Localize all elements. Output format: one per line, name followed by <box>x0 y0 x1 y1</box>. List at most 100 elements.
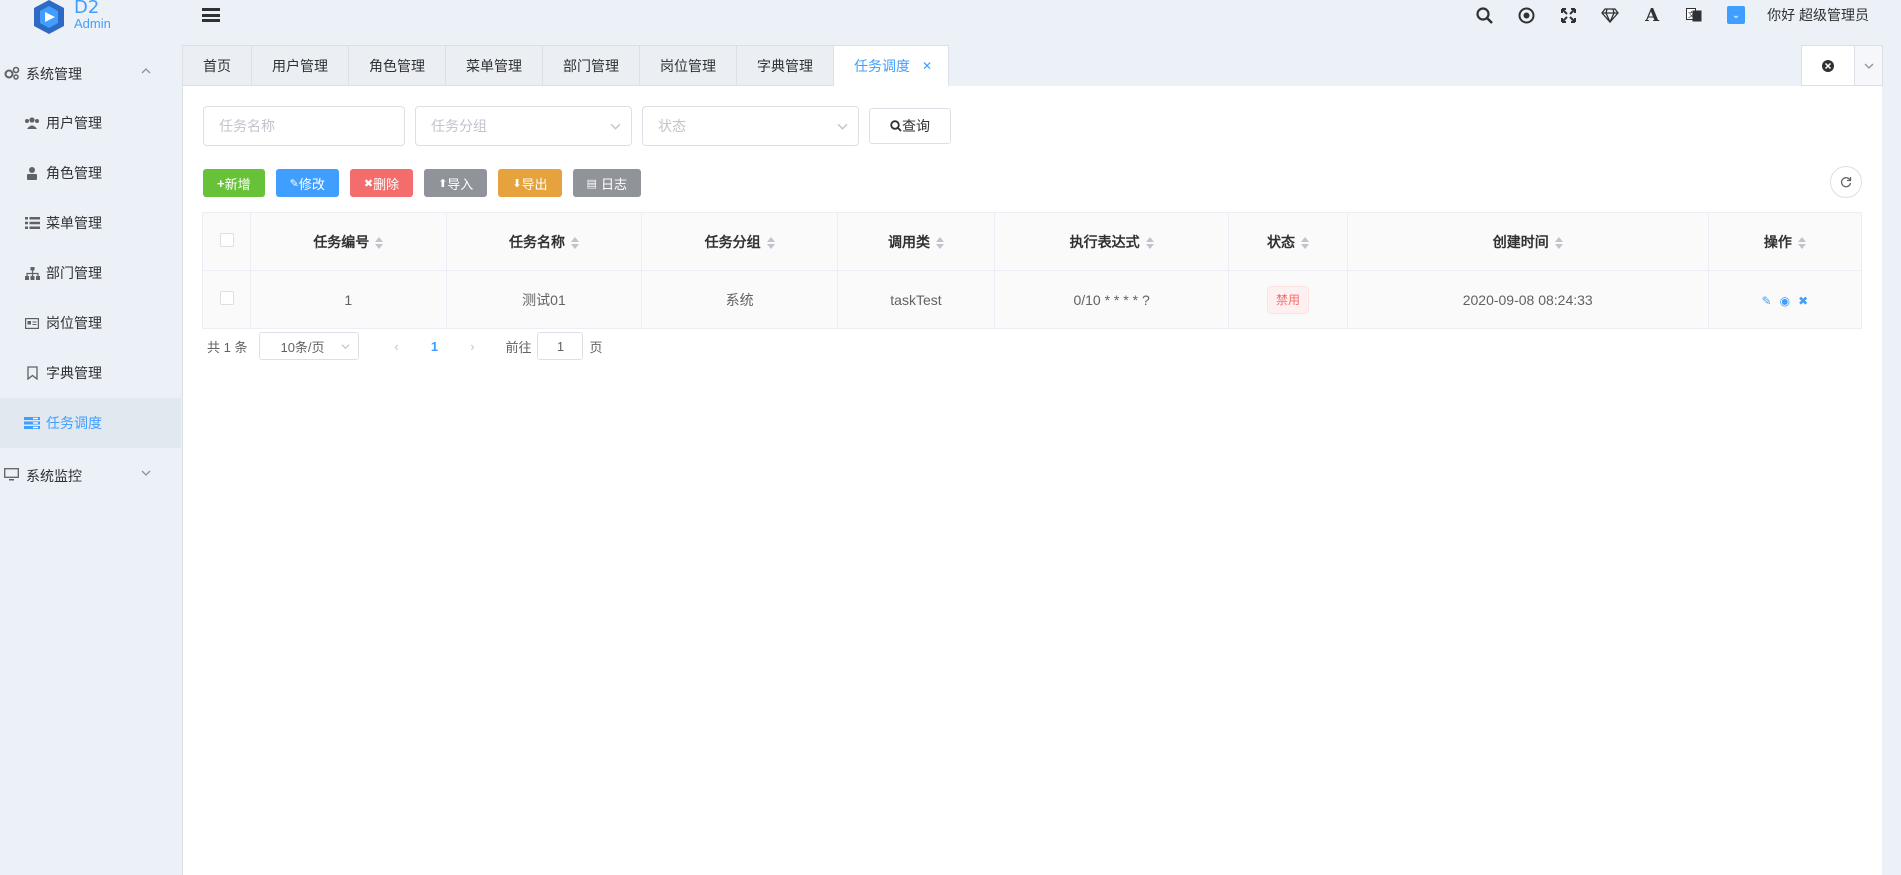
target-icon[interactable] <box>1505 0 1547 30</box>
delete-icon[interactable]: ✖ <box>1798 294 1808 308</box>
tab-home[interactable]: 首页 <box>182 45 252 86</box>
svg-text:文: 文 <box>1688 10 1695 19</box>
sort-icon[interactable] <box>1554 236 1563 249</box>
log-button[interactable]: ▤ 日志 <box>572 169 641 197</box>
sidebar-item-departments[interactable]: 部门管理 <box>0 248 181 298</box>
prev-page-icon[interactable]: ‹ <box>377 339 415 354</box>
column-header[interactable]: 执行表达式 <box>993 212 1230 271</box>
next-page-icon[interactable]: › <box>453 339 491 354</box>
export-button[interactable]: ⬇ 导出 <box>498 169 562 197</box>
tab-posts[interactable]: 岗位管理 <box>640 45 737 86</box>
theme-icon[interactable]: ⌄ <box>1715 0 1757 30</box>
sidebar-item-menus[interactable]: 菜单管理 <box>0 198 181 248</box>
sidebar-item-tasks[interactable]: 任务调度 <box>0 398 181 448</box>
chevron-up-icon <box>141 68 151 74</box>
tab-users[interactable]: 用户管理 <box>252 45 349 86</box>
column-header[interactable]: 任务名称 <box>445 212 643 271</box>
sort-icon[interactable] <box>1797 236 1806 249</box>
select-all-checkbox[interactable] <box>219 233 234 247</box>
goto-page-input[interactable]: 1 <box>537 332 584 360</box>
sidebar-item-label: 部门管理 <box>46 265 102 281</box>
page-tabs: 首页 用户管理 角色管理 菜单管理 部门管理 岗位管理 字典管理 任务调度 ✕ <box>182 45 950 86</box>
column-header[interactable]: 操作 <box>1707 212 1863 271</box>
close-all-tabs-icon[interactable] <box>1802 46 1854 85</box>
column-header[interactable]: 任务编号 <box>250 212 447 271</box>
import-button[interactable]: ⬆ 导入 <box>424 169 488 197</box>
user-greeting[interactable]: 你好 超级管理员 <box>1757 5 1901 25</box>
sort-icon[interactable] <box>1300 236 1309 249</box>
translate-icon[interactable]: 文 <box>1673 0 1715 30</box>
button-label: 修改 <box>298 176 325 192</box>
run-icon[interactable]: ◉ <box>1780 294 1790 308</box>
diamond-icon[interactable] <box>1589 0 1631 30</box>
chevron-down-icon <box>610 123 621 130</box>
column-label: 任务名称 <box>508 233 565 250</box>
sidebar-item-label: 任务调度 <box>46 415 102 431</box>
sidebar-item-roles[interactable]: 角色管理 <box>0 148 181 198</box>
page-number[interactable]: 1 <box>415 339 453 354</box>
tab-label: 用户管理 <box>272 57 328 74</box>
close-icon[interactable]: ✕ <box>922 59 932 73</box>
gears-icon <box>4 66 22 83</box>
sort-icon[interactable] <box>935 236 944 249</box>
tab-dictionary[interactable]: 字典管理 <box>737 45 834 86</box>
sort-icon[interactable] <box>766 236 775 249</box>
tab-tasks[interactable]: 任务调度 ✕ <box>834 45 950 86</box>
tab-departments[interactable]: 部门管理 <box>543 45 640 86</box>
sort-icon[interactable] <box>375 236 384 249</box>
font-size-icon[interactable]: A <box>1631 0 1673 30</box>
task-group-select[interactable]: 任务分组 <box>415 106 632 146</box>
delete-button[interactable]: ✖ 删除 <box>349 169 414 197</box>
column-header[interactable]: 任务分组 <box>641 212 838 271</box>
search-icon[interactable] <box>1463 0 1505 30</box>
page-size-select[interactable]: 10条/页 <box>259 332 360 360</box>
column-label: 创建时间 <box>1492 233 1549 250</box>
sidebar-item-label: 岗位管理 <box>46 315 102 331</box>
pagination: 共 1 条 10条/页 ‹ 1 › 前往 1 页 <box>207 332 603 360</box>
query-button[interactable]: 查询 <box>869 108 951 144</box>
status-select[interactable]: 状态 <box>642 106 859 146</box>
button-label: 导入 <box>447 176 474 192</box>
sort-icon[interactable] <box>570 236 579 249</box>
column-label: 执行表达式 <box>1069 233 1140 250</box>
tab-menu-chevron-down-icon[interactable] <box>1854 46 1882 85</box>
action-toolbar: + 新增 ✎ 修改 ✖ 删除 ⬆ 导入 ⬇ 导出 ▤ 日志 <box>203 169 652 197</box>
menu-group-monitor[interactable]: 系统监控 <box>0 452 181 500</box>
tab-roles[interactable]: 角色管理 <box>349 45 446 86</box>
sidebar-item-posts[interactable]: 岗位管理 <box>0 298 181 348</box>
column-header[interactable]: 状态 <box>1228 212 1348 271</box>
tab-label: 岗位管理 <box>660 57 716 74</box>
sidebar-item-users[interactable]: 用户管理 <box>0 98 181 148</box>
add-button[interactable]: + 新增 <box>203 169 265 197</box>
tab-label: 首页 <box>203 57 231 74</box>
edit-button[interactable]: ✎ 修改 <box>275 169 339 197</box>
users-icon <box>24 117 40 129</box>
fullscreen-icon[interactable] <box>1547 0 1589 30</box>
sidebar-item-dictionary[interactable]: 字典管理 <box>0 348 181 398</box>
menu-toggle-icon[interactable] <box>202 8 220 22</box>
tab-label: 字典管理 <box>757 57 813 74</box>
tab-menus[interactable]: 菜单管理 <box>446 45 543 86</box>
cell-task-group: 系统 <box>641 270 838 329</box>
task-name-input[interactable]: 任务名称 <box>203 106 405 146</box>
edit-icon[interactable]: ✎ <box>1762 294 1772 308</box>
refresh-icon[interactable] <box>1830 166 1862 198</box>
sort-icon[interactable] <box>1145 236 1154 249</box>
monitor-icon <box>4 468 22 484</box>
table-row[interactable]: 1 测试01 系统 taskTest 0/10 * * * * ? 禁用 202… <box>202 270 1863 329</box>
menu-group-system[interactable]: 系统管理 <box>0 50 181 98</box>
button-label: 日志 <box>600 176 627 192</box>
goto-suffix: 页 <box>589 339 603 355</box>
select-all-cell <box>202 212 251 271</box>
column-label: 调用类 <box>887 233 930 250</box>
tab-tools <box>1801 45 1883 86</box>
button-label: 删除 <box>373 176 400 192</box>
cell-created: 2020-09-08 08:24:33 <box>1346 270 1709 329</box>
row-checkbox[interactable] <box>219 291 234 305</box>
column-header[interactable]: 调用类 <box>836 212 995 271</box>
sidebar: 系统管理 用户管理 角色管理 菜单管理 部门管理 岗位管理 字典管理 任务调度 … <box>0 50 181 500</box>
page-size-value: 10条/页 <box>280 339 325 355</box>
list-icon <box>24 217 40 229</box>
column-header[interactable]: 创建时间 <box>1346 212 1709 271</box>
chevron-down-icon <box>141 470 151 476</box>
